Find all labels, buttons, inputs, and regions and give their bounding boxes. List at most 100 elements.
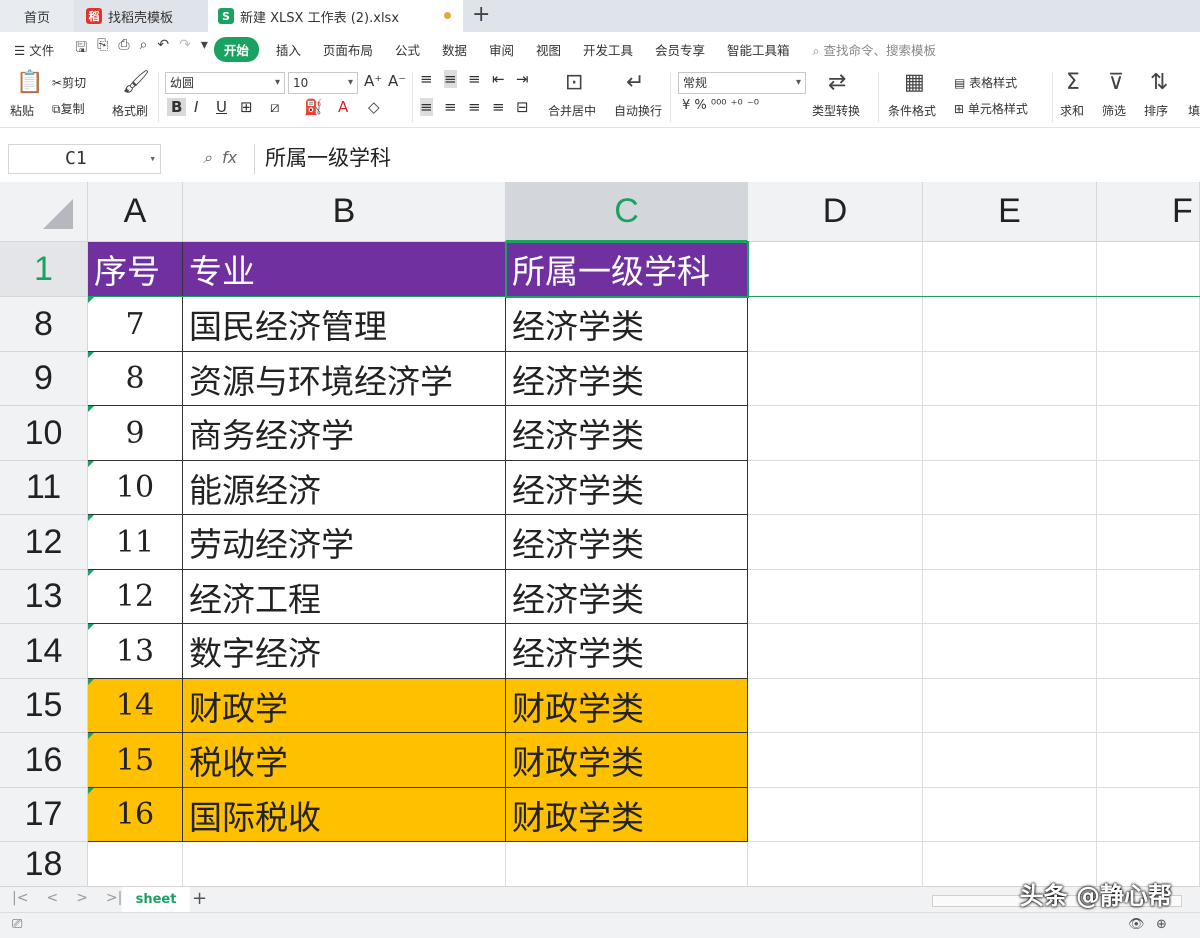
cell-category[interactable]: 经济学类 (506, 624, 748, 679)
format-painter-icon[interactable]: 🖌 (122, 70, 150, 95)
cell-number[interactable]: 8 (88, 352, 183, 406)
cell-major[interactable]: 劳动经济学 (183, 515, 506, 570)
type-convert-button[interactable]: 类型转换 (812, 102, 860, 119)
cell-style-button[interactable]: ⊞ 单元格样式 (954, 100, 1028, 117)
bold-icon[interactable]: B (167, 98, 187, 116)
fx-icon[interactable]: fx (222, 148, 237, 168)
redo-icon[interactable]: ↷ (179, 37, 191, 61)
empty-cell[interactable] (1097, 297, 1200, 352)
empty-cell[interactable] (748, 297, 923, 352)
cell-number[interactable]: 14 (88, 679, 183, 733)
font-family-select[interactable]: 幼圆 (165, 72, 285, 94)
menu-tab-review[interactable]: 审阅 (489, 40, 514, 59)
column-header-a[interactable]: A (88, 182, 183, 242)
menu-tab-formula[interactable]: 公式 (395, 40, 420, 59)
cell-category[interactable]: 经济学类 (506, 406, 748, 461)
header-cell-category[interactable]: 所属一级学科 (506, 242, 748, 297)
font-shrink-icon[interactable]: A⁻ (388, 72, 406, 90)
select-all-corner[interactable] (0, 182, 88, 242)
empty-cell[interactable] (1097, 515, 1200, 570)
empty-cell[interactable] (923, 515, 1097, 570)
row-header[interactable]: 18 (0, 842, 88, 887)
tab-template[interactable]: 稻 找稻壳模板 (78, 0, 206, 32)
row-header-1[interactable]: 1 (0, 242, 88, 297)
cell-major[interactable]: 税收学 (183, 733, 506, 788)
align-middle-icon[interactable]: ≡ (444, 70, 457, 88)
undo-icon[interactable]: ↶ (157, 37, 169, 61)
menu-tab-layout[interactable]: 页面布局 (323, 40, 373, 59)
row-header[interactable]: 12 (0, 515, 88, 570)
empty-cell[interactable] (923, 788, 1097, 842)
empty-cell[interactable] (1097, 679, 1200, 733)
currency-icon[interactable]: ¥ % ⁰⁰⁰ ⁺⁰ ⁻⁰ (682, 98, 759, 113)
column-header-f[interactable]: F (1097, 182, 1200, 242)
sort-button[interactable]: 排序 (1144, 102, 1168, 119)
align-right-icon[interactable]: ≡ (468, 98, 481, 116)
copy-button[interactable]: ⧉复制 (52, 100, 85, 117)
distribute-icon[interactable]: ⊟ (516, 98, 529, 116)
tab-active-file[interactable]: S 新建 XLSX 工作表 (2).xlsx (208, 0, 463, 32)
save-icon[interactable]: 🖫 (75, 37, 87, 61)
cell-category[interactable]: 经济学类 (506, 297, 748, 352)
cell-number[interactable] (88, 842, 183, 887)
italic-icon[interactable]: I (194, 98, 198, 116)
cell-category[interactable]: 经济学类 (506, 570, 748, 624)
paste-icon[interactable]: 📋 (16, 70, 43, 95)
cell-major[interactable]: 数字经济 (183, 624, 506, 679)
wrap-icon[interactable]: ↵ (626, 70, 644, 95)
menu-tab-data[interactable]: 数据 (442, 40, 467, 59)
cell-major[interactable] (183, 842, 506, 887)
cell-category[interactable]: 财政学类 (506, 679, 748, 733)
row-header[interactable]: 8 (0, 297, 88, 352)
justify-icon[interactable]: ≡ (492, 98, 505, 116)
merge-center-button[interactable]: 合并居中 (548, 102, 596, 119)
empty-cell[interactable] (748, 461, 923, 515)
row-header[interactable]: 13 (0, 570, 88, 624)
cell-number[interactable]: 10 (88, 461, 183, 515)
menu-tab-member[interactable]: 会员专享 (655, 40, 705, 59)
conditional-format-icon[interactable]: ▦ (904, 70, 925, 95)
cell-number[interactable]: 11 (88, 515, 183, 570)
cell-d1[interactable] (748, 242, 923, 297)
cell-category[interactable]: 财政学类 (506, 788, 748, 842)
font-color-icon[interactable]: A (338, 98, 348, 116)
cell-major[interactable]: 国际税收 (183, 788, 506, 842)
empty-cell[interactable] (923, 461, 1097, 515)
empty-cell[interactable] (748, 679, 923, 733)
format-painter-button[interactable]: 格式刷 (112, 102, 148, 119)
sum-button[interactable]: 求和 (1060, 102, 1084, 119)
tab-home[interactable]: 首页 (0, 0, 74, 32)
menu-tab-insert[interactable]: 插入 (276, 40, 301, 59)
row-header[interactable]: 16 (0, 733, 88, 788)
row-header[interactable]: 10 (0, 406, 88, 461)
cell-category[interactable]: 经济学类 (506, 515, 748, 570)
empty-cell[interactable] (1097, 352, 1200, 406)
menu-tab-start[interactable]: 开始 (213, 36, 259, 62)
wrap-text-button[interactable]: 自动换行 (614, 102, 662, 119)
number-format-select[interactable]: 常规 (678, 72, 806, 94)
convert-icon[interactable]: ⇄ (828, 70, 846, 95)
sheet-tab[interactable]: sheet (122, 887, 190, 912)
menu-tab-toolbox[interactable]: 智能工具箱 (727, 40, 790, 59)
header-cell-number[interactable]: 序号 (88, 242, 183, 297)
align-bottom-icon[interactable]: ≡ (468, 70, 481, 88)
empty-cell[interactable] (748, 515, 923, 570)
cell-category[interactable]: 经济学类 (506, 352, 748, 406)
empty-cell[interactable] (748, 842, 923, 887)
empty-cell[interactable] (1097, 733, 1200, 788)
column-header-c[interactable]: C (506, 182, 748, 242)
formula-input[interactable]: 所属一级学科 (254, 144, 1200, 174)
next-sheet-icon[interactable]: > (76, 890, 88, 906)
macro-icon[interactable]: ⎚ (12, 917, 22, 932)
eye-protect-icon[interactable]: 👁 (1128, 917, 1145, 932)
column-header-b[interactable]: B (183, 182, 506, 242)
cell-category[interactable]: 财政学类 (506, 733, 748, 788)
row-header[interactable]: 15 (0, 679, 88, 733)
empty-cell[interactable] (1097, 788, 1200, 842)
cell-number[interactable]: 16 (88, 788, 183, 842)
first-sheet-icon[interactable]: |< (12, 890, 28, 906)
align-center-icon[interactable]: ≡ (444, 98, 457, 116)
export-icon[interactable]: ⎘ (97, 37, 108, 61)
cell-major[interactable]: 能源经济 (183, 461, 506, 515)
border-icon[interactable]: ⊞ (240, 98, 253, 116)
